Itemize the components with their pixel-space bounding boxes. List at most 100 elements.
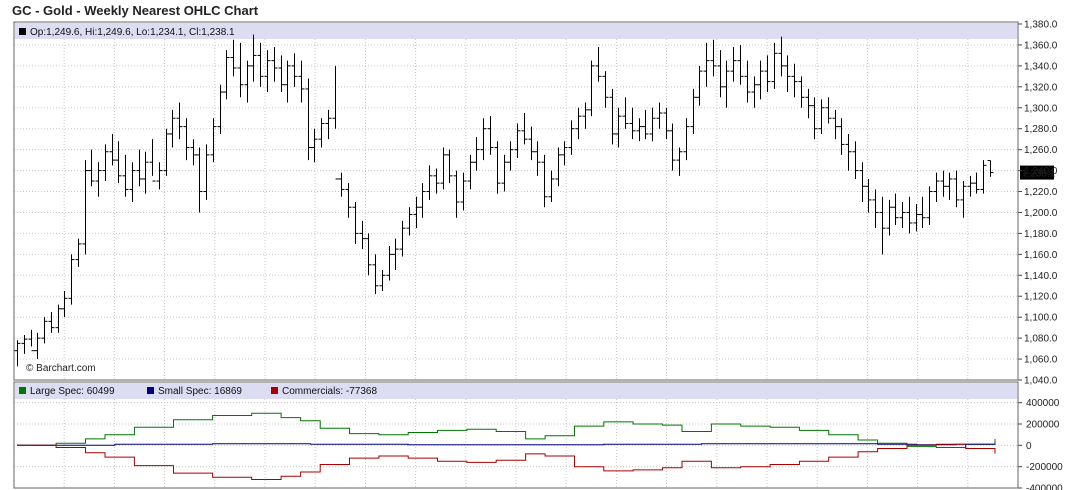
ohlc-bar xyxy=(663,107,670,140)
cot-tick-label: 0 xyxy=(1026,441,1032,452)
ohlc-bar xyxy=(55,304,62,333)
ohlc-bar xyxy=(595,47,602,82)
ohlc-bar xyxy=(196,147,203,213)
cot-tick-label: -400000 xyxy=(1026,484,1063,490)
ohlc-bar xyxy=(14,340,21,367)
ohlc-bar xyxy=(257,42,264,87)
price-tick-label: 1,060.0 xyxy=(1024,355,1058,366)
price-tick-label: 1,180.0 xyxy=(1024,229,1058,240)
ohlc-bar xyxy=(501,154,508,192)
ohlc-bar xyxy=(379,270,386,291)
ohlc-bar xyxy=(291,53,298,87)
ohlc-bar xyxy=(284,60,291,103)
cot-series-line xyxy=(17,443,996,480)
ohlc-bar xyxy=(413,196,420,229)
ohlc-bar xyxy=(980,160,987,194)
ohlc-bar xyxy=(946,172,953,200)
ohlc-bar xyxy=(906,196,913,234)
price-tick-label: 1,120.0 xyxy=(1024,292,1058,303)
ohlc-bar xyxy=(325,109,332,140)
chart-svg: Op:1,249.6, Hi:1,249.6, Lo:1,234.1, Cl:1… xyxy=(13,20,1063,490)
ohlc-bar xyxy=(987,160,994,177)
ohlc-bar xyxy=(278,55,285,93)
ohlc-bar xyxy=(440,147,447,190)
price-legend-marker xyxy=(19,28,26,35)
watermark: © Barchart.com xyxy=(26,363,96,374)
cot-legend-label: Small Spec: 16869 xyxy=(158,386,242,397)
ohlc-bar xyxy=(392,238,399,271)
ohlc-bar xyxy=(271,47,278,82)
price-tick-label: 1,280.0 xyxy=(1024,124,1058,135)
ohlc-bar xyxy=(656,102,663,129)
price-tick-label: 1,140.0 xyxy=(1024,271,1058,282)
ohlc-bar xyxy=(136,149,143,187)
ohlc-bar xyxy=(575,107,582,140)
ohlc-bar xyxy=(203,144,210,200)
ohlc-bar xyxy=(528,126,535,161)
ohlc-bar xyxy=(737,44,744,85)
ohlc-bar xyxy=(899,202,906,229)
ohlc-bar xyxy=(967,175,974,197)
ohlc-bar xyxy=(338,172,345,197)
ohlc-bar xyxy=(352,202,359,244)
ohlc-bar xyxy=(467,154,474,190)
grid-layer xyxy=(14,23,1018,489)
ohlc-bar xyxy=(318,118,325,148)
ohlc-bar xyxy=(494,141,501,194)
ohlc-bar xyxy=(311,128,318,163)
ohlc-bar xyxy=(642,109,649,140)
ohlc-bar xyxy=(879,196,886,255)
ohlc-bar xyxy=(365,233,372,276)
ohlc-bar xyxy=(548,170,555,202)
cot-legend: Large Spec: 60499 Small Spec: 16869 Commer… xyxy=(19,386,377,397)
ohlc-bar xyxy=(149,139,156,182)
ohlc-bar xyxy=(82,160,89,255)
price-tick-label: 1,040.0 xyxy=(1024,376,1058,387)
price-axis: 1,040.0 1,060.0 1,080.0 1,100.0 1,120.0 1,140… xyxy=(1018,20,1058,387)
ohlc-bar xyxy=(940,170,947,197)
ohlc-bar xyxy=(122,154,129,197)
ohlc-bar xyxy=(778,36,785,77)
ohlc-bar xyxy=(872,189,879,229)
ohlc-bar xyxy=(582,102,589,129)
price-tick-label: 1,360.0 xyxy=(1024,40,1058,51)
ohlc-bar xyxy=(305,78,312,161)
ohlc-bar xyxy=(865,178,872,213)
ohlc-bar xyxy=(237,42,244,98)
ohlc-bar xyxy=(629,107,636,140)
ohlc-bar xyxy=(68,254,75,305)
ohlc-bar xyxy=(710,39,717,77)
cot-legend-marker xyxy=(19,387,26,394)
cot-tick-label: -200000 xyxy=(1026,462,1063,473)
cot-tick-label: 400000 xyxy=(1026,398,1060,409)
ohlc-bar xyxy=(818,99,825,134)
ohlc-bar xyxy=(913,204,920,232)
ohlc-bar xyxy=(217,84,224,134)
ohlc-bar xyxy=(507,141,514,171)
ohlc-bar xyxy=(636,118,643,142)
ohlc-bar xyxy=(419,183,426,218)
ohlc-bar xyxy=(555,147,562,187)
price-tick-label: 1,340.0 xyxy=(1024,61,1058,72)
ohlc-bar xyxy=(703,42,710,87)
price-tick-label: 1,160.0 xyxy=(1024,250,1058,261)
ohlc-bar xyxy=(730,47,737,82)
price-tick-label: 1,380.0 xyxy=(1024,20,1058,31)
ohlc-bar xyxy=(892,193,899,226)
ohlc-bar xyxy=(61,291,68,318)
ohlc-bar xyxy=(609,88,616,145)
cot-tick-label: 200000 xyxy=(1026,420,1060,431)
ohlc-bar xyxy=(953,170,960,208)
cot-series-line xyxy=(17,412,996,448)
ohlc-bar xyxy=(332,65,339,180)
ohlc-bar xyxy=(521,113,528,145)
ohlc-bar xyxy=(264,50,271,93)
ohlc-bar xyxy=(34,332,41,360)
ohlc-bar xyxy=(933,172,940,202)
ohlc-bar xyxy=(250,34,257,82)
ohlc-bar xyxy=(926,186,933,226)
ohlc-bar xyxy=(190,139,197,166)
ohlc-bar xyxy=(480,118,487,161)
ohlc-bar xyxy=(757,60,764,100)
ohlc-bar xyxy=(359,220,366,250)
